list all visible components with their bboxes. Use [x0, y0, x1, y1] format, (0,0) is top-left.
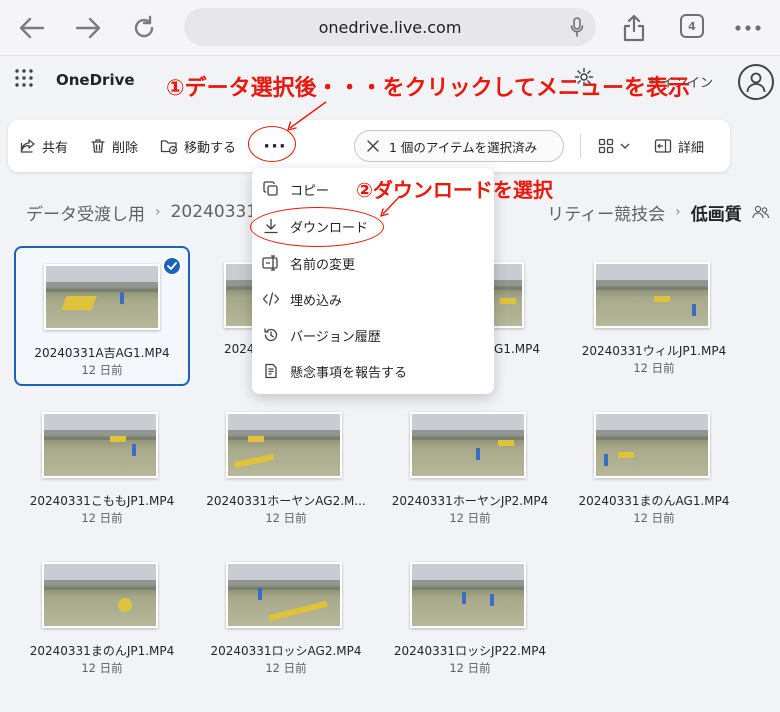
video-thumbnail [410, 412, 526, 478]
file-tile[interactable]: 20240331まのんAG1.MP4 12 日前 [566, 396, 742, 536]
file-modified: 12 日前 [633, 511, 675, 525]
file-name: 20240331ロッシJP22.MP4 [393, 644, 547, 658]
annotation-step-1: ①データ選択後・・・をクリックしてメニューを表示 [166, 76, 690, 101]
browser-more-icon[interactable] [732, 12, 764, 44]
history-icon [262, 327, 280, 343]
file-name: 20240331まのんAG1.MP4 [578, 494, 730, 508]
embed-icon [262, 291, 280, 307]
details-label: 詳細 [678, 140, 705, 156]
file-modified: 12 日前 [265, 511, 307, 525]
delete-button[interactable]: 削除 [90, 134, 138, 158]
file-name: 20240331まのんJP1.MP4 [29, 644, 175, 658]
file-tile[interactable]: 20240331ウィルJP1.MP4 12 日前 [566, 246, 742, 386]
avatar[interactable] [738, 64, 774, 100]
folder-move-icon [160, 140, 178, 154]
back-icon[interactable] [16, 12, 48, 44]
app-launcher-icon[interactable] [14, 68, 34, 92]
file-modified: 12 日前 [81, 661, 123, 675]
file-modified: 12 日前 [265, 661, 307, 675]
file-name: 20240331ホーヤンJP2.MP4 [391, 494, 549, 508]
breadcrumb-current: 低画質 [690, 204, 742, 225]
video-thumbnail [226, 562, 342, 628]
file-tile[interactable]: 20240331ホーヤンAG2.M... 12 日前 [198, 396, 374, 536]
trash-icon [91, 139, 105, 153]
chevron-right-icon: › [155, 204, 161, 220]
menu-item-embed[interactable]: 埋め込み [262, 284, 484, 314]
file-tile[interactable]: 20240331A吉AG1.MP4 12 日前 [14, 246, 190, 386]
selection-count: 1 個のアイテムを選択済み [389, 139, 538, 155]
file-name: 20240331A吉AG1.MP4 [34, 346, 170, 360]
menu-item-label: 名前の変更 [290, 257, 356, 273]
breadcrumb-item[interactable]: リティー競技会 [547, 200, 665, 225]
microphone-icon[interactable] [570, 17, 584, 41]
menu-item-label: 懸念事項を報告する [290, 365, 408, 381]
share-sheet-icon[interactable] [618, 12, 650, 44]
video-thumbnail [44, 264, 160, 330]
menu-item-version-history[interactable]: バージョン履歴 [262, 320, 484, 350]
video-thumbnail [594, 412, 710, 478]
video-thumbnail [42, 562, 158, 628]
video-thumbnail [42, 412, 158, 478]
delete-label: 削除 [112, 140, 139, 156]
rename-icon [262, 255, 280, 271]
share-icon [20, 139, 35, 153]
tabs-count-button[interactable]: 4 [680, 14, 704, 38]
report-icon [262, 363, 280, 379]
chevron-down-icon [620, 143, 630, 149]
selection-pill[interactable]: 1 個のアイテムを選択済み [354, 130, 564, 162]
move-button[interactable]: 移動する [160, 134, 236, 158]
file-modified: 12 日前 [81, 363, 123, 377]
toolbar-divider [580, 134, 581, 158]
share-label: 共有 [42, 140, 69, 156]
file-tile[interactable]: 20240331まのんJP1.MP4 12 日前 [14, 546, 190, 686]
file-name: 20240331ホーヤンAG2.M... [206, 494, 366, 508]
menu-item-label: コピー [290, 183, 330, 199]
url-text: onedrive.live.com [318, 17, 462, 37]
shared-people-icon [752, 205, 769, 219]
file-modified: 12 日前 [449, 661, 491, 675]
file-tile[interactable]: 20240331ロッシAG2.MP4 12 日前 [198, 546, 374, 686]
view-switcher-button[interactable] [598, 134, 630, 158]
address-bar[interactable]: onedrive.live.com [184, 8, 596, 46]
breadcrumb-item[interactable]: データ受渡し用 [26, 200, 145, 225]
share-button[interactable]: 共有 [20, 134, 68, 158]
chevron-right-icon: › [675, 204, 681, 220]
copy-icon [262, 181, 280, 197]
video-thumbnail [594, 262, 710, 328]
file-name: 20240331ウィルJP1.MP4 [581, 344, 727, 358]
menu-item-report[interactable]: 懸念事項を報告する [262, 356, 484, 386]
brand-name[interactable]: OneDrive [56, 71, 135, 89]
move-label: 移動する [184, 140, 237, 156]
file-tile[interactable]: 20240331ロッシJP22.MP4 12 日前 [382, 546, 558, 686]
selected-check-icon[interactable] [162, 256, 182, 276]
menu-item-label: バージョン履歴 [290, 329, 381, 345]
details-button[interactable]: 詳細 [654, 134, 704, 158]
grid-view-icon [598, 138, 614, 154]
video-thumbnail [226, 412, 342, 478]
video-thumbnail [410, 562, 526, 628]
file-tile[interactable]: 20240331こももJP1.MP4 12 日前 [14, 396, 190, 536]
file-modified: 12 日前 [81, 511, 123, 525]
details-pane-icon [654, 139, 672, 153]
annotation-ring-download [250, 207, 384, 247]
command-bar: 共有 削除 移動する ··· 1 個のアイテムを選択済み 詳細 [8, 120, 730, 172]
breadcrumb-item[interactable]: 20240331 [171, 202, 258, 222]
file-modified: 12 日前 [633, 361, 675, 375]
close-icon[interactable] [367, 140, 379, 152]
annotation-arrow-icon [380, 195, 401, 217]
menu-item-label: 埋め込み [290, 293, 343, 309]
menu-item-rename[interactable]: 名前の変更 [262, 248, 484, 278]
annotation-arrow-icon [287, 101, 327, 131]
reload-icon[interactable] [128, 12, 160, 44]
file-tile[interactable]: 20240331ホーヤンJP2.MP4 12 日前 [382, 396, 558, 536]
file-name: 20240331ロッシAG2.MP4 [210, 644, 362, 658]
browser-toolbar: onedrive.live.com 4 [0, 0, 780, 56]
file-modified: 12 日前 [449, 511, 491, 525]
forward-icon[interactable] [72, 12, 104, 44]
file-name: 20240331こももJP1.MP4 [29, 494, 175, 508]
